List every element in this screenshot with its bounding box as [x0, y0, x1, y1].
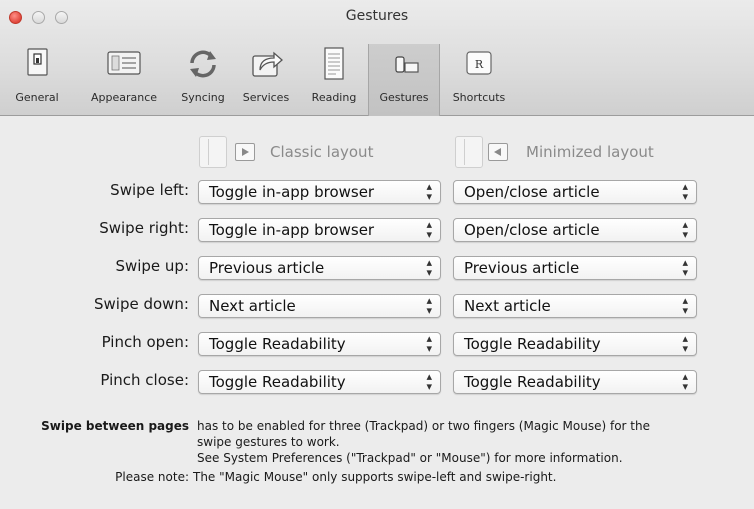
play-icon — [235, 143, 255, 161]
swipe-left-classic-value: Toggle in-app browser — [209, 183, 375, 201]
pinch-close-classic-select[interactable]: Toggle Readability ▴ ▾ — [198, 370, 441, 394]
title-bar: Gestures General Appearance Syncing Serv… — [0, 0, 754, 116]
classic-layout-label: Classic layout — [270, 143, 374, 161]
swipe-left-label: Swipe left: — [110, 181, 189, 199]
select-arrows-icon: ▴ ▾ — [682, 256, 688, 279]
toolbar-label-reading: Reading — [311, 91, 357, 104]
select-arrows-icon: ▴ ▾ — [426, 256, 432, 279]
select-arrows-icon: ▴ ▾ — [682, 218, 688, 241]
classic-layout-frame-icon — [199, 136, 227, 168]
swipe-note-line-3: See System Preferences ("Trackpad" or "M… — [197, 451, 623, 465]
select-arrows-icon: ▴ ▾ — [426, 332, 432, 355]
toolbar-label-services: Services — [242, 91, 290, 104]
appearance-icon — [107, 51, 141, 75]
swipe-down-classic-value: Next article — [209, 297, 296, 315]
minimized-layout-label: Minimized layout — [526, 143, 654, 161]
toolbar-item-shortcuts[interactable]: R Shortcuts — [440, 44, 518, 116]
minimized-layout-header: Minimized layout — [455, 136, 735, 168]
pinch-close-minimized-select[interactable]: Toggle Readability ▴ ▾ — [453, 370, 697, 394]
swipe-right-classic-value: Toggle in-app browser — [209, 221, 375, 239]
swipe-note-line-1: has to be enabled for three (Trackpad) o… — [197, 419, 650, 433]
pinch-open-classic-select[interactable]: Toggle Readability ▴ ▾ — [198, 332, 441, 356]
swipe-between-pages-label: Swipe between pages — [41, 419, 189, 433]
swipe-up-minimized-select[interactable]: Previous article ▴ ▾ — [453, 256, 697, 280]
gestures-pane: Classic layout Minimized layout Swipe le… — [0, 116, 754, 509]
swipe-note-line-2: swipe gestures to work. — [197, 435, 340, 449]
swipe-up-minimized-value: Previous article — [464, 259, 580, 277]
pinch-open-classic-value: Toggle Readability — [209, 335, 346, 353]
select-arrows-icon: ▴ ▾ — [682, 294, 688, 317]
pinch-open-minimized-select[interactable]: Toggle Readability ▴ ▾ — [453, 332, 697, 356]
select-arrows-icon: ▴ ▾ — [426, 218, 432, 241]
pinch-close-minimized-value: Toggle Readability — [464, 373, 601, 391]
share-icon — [252, 51, 283, 77]
toolbar-item-general[interactable]: General — [0, 44, 74, 116]
swipe-down-minimized-select[interactable]: Next article ▴ ▾ — [453, 294, 697, 318]
general-icon — [27, 48, 48, 76]
select-arrows-icon: ▴ ▾ — [682, 332, 688, 355]
reading-icon — [324, 47, 344, 80]
toolbar-label-syncing: Syncing — [181, 91, 225, 104]
swipe-right-minimized-select[interactable]: Open/close article ▴ ▾ — [453, 218, 697, 242]
toolbar-item-services[interactable]: Services — [232, 44, 300, 116]
please-note-text: The "Magic Mouse" only supports swipe-le… — [193, 470, 557, 484]
swipe-left-classic-select[interactable]: Toggle in-app browser ▴ ▾ — [198, 180, 441, 204]
pinch-close-label: Pinch close: — [100, 371, 189, 389]
pinch-open-label: Pinch open: — [101, 333, 189, 351]
select-arrows-icon: ▴ ▾ — [426, 370, 432, 393]
back-icon — [488, 143, 508, 161]
preferences-window: Gestures General Appearance Syncing Serv… — [0, 0, 754, 509]
select-arrows-icon: ▴ ▾ — [426, 294, 432, 317]
swipe-down-classic-select[interactable]: Next article ▴ ▾ — [198, 294, 441, 318]
swipe-right-label: Swipe right: — [99, 219, 189, 237]
toolbar-label-gestures: Gestures — [379, 91, 429, 104]
swipe-left-minimized-value: Open/close article — [464, 183, 600, 201]
minimized-layout-frame-icon — [455, 136, 483, 168]
swipe-up-label: Swipe up: — [115, 257, 189, 275]
please-note-label: Please note: — [115, 470, 189, 484]
toolbar-item-reading[interactable]: Reading — [300, 44, 368, 116]
toolbar-label-general: General — [15, 91, 59, 104]
swipe-left-minimized-select[interactable]: Open/close article ▴ ▾ — [453, 180, 697, 204]
toolbar-label-shortcuts: Shortcuts — [452, 91, 506, 104]
toolbar-item-gestures[interactable]: Gestures — [368, 44, 440, 116]
pinch-open-minimized-value: Toggle Readability — [464, 335, 601, 353]
swipe-right-classic-select[interactable]: Toggle in-app browser ▴ ▾ — [198, 218, 441, 242]
gestures-icon — [395, 56, 419, 73]
toolbar-label-appearance: Appearance — [90, 91, 158, 104]
swipe-down-minimized-value: Next article — [464, 297, 551, 315]
window-title: Gestures — [345, 8, 409, 24]
swipe-down-label: Swipe down: — [93, 295, 189, 313]
shortcuts-icon: R — [466, 51, 492, 75]
swipe-up-classic-value: Previous article — [209, 259, 325, 277]
swipe-right-minimized-value: Open/close article — [464, 221, 600, 239]
gesture-notes: Swipe between pages has to be enabled fo… — [0, 418, 754, 498]
shortcut-key-label: R — [475, 58, 484, 71]
toolbar-item-syncing[interactable]: Syncing — [174, 44, 232, 116]
toolbar-item-appearance[interactable]: Appearance — [74, 44, 174, 116]
classic-layout-header: Classic layout — [199, 136, 439, 168]
select-arrows-icon: ▴ ▾ — [426, 180, 432, 203]
swipe-up-classic-select[interactable]: Previous article ▴ ▾ — [198, 256, 441, 280]
select-arrows-icon: ▴ ▾ — [682, 180, 688, 203]
sync-icon — [190, 50, 216, 78]
pinch-close-classic-value: Toggle Readability — [209, 373, 346, 391]
select-arrows-icon: ▴ ▾ — [682, 370, 688, 393]
